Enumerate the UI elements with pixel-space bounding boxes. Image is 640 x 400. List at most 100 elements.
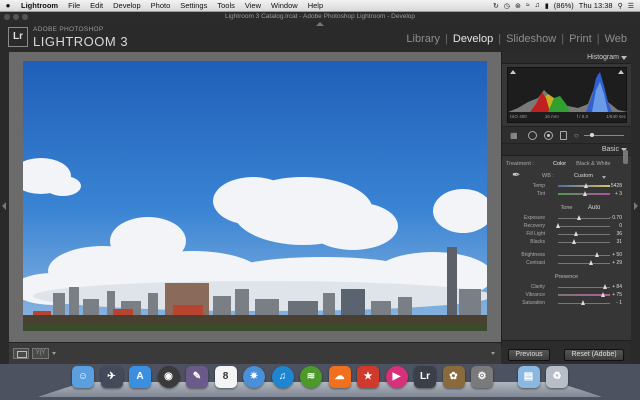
basic-header[interactable]: Basic [502, 144, 631, 156]
slider-track[interactable] [558, 234, 610, 235]
close-window-button[interactable] [4, 14, 10, 20]
slider-exposure[interactable]: Exposure - 0.70 [506, 214, 627, 222]
slider-value[interactable]: 36 [616, 231, 622, 237]
trash-icon[interactable]: ♻ [546, 366, 568, 388]
slider-track[interactable] [558, 287, 610, 288]
slider-thumb[interactable] [582, 191, 587, 196]
menu-view[interactable]: View [240, 1, 266, 10]
slider-value[interactable]: + 3 [615, 191, 622, 197]
slider-tint[interactable]: Tint + 3 [506, 190, 627, 198]
module-slideshow[interactable]: Slideshow [501, 33, 561, 45]
graduated-filter-icon[interactable] [560, 131, 567, 140]
sync-icon[interactable]: ↻ [493, 2, 499, 10]
apple-menu-icon[interactable]: ● [0, 1, 16, 10]
slider-track[interactable] [558, 255, 610, 256]
slider-track[interactable] [558, 218, 610, 219]
toolbar-menu-icon[interactable] [491, 352, 495, 355]
adjustment-brush-icon[interactable]: ○ [574, 131, 579, 140]
photo-preview[interactable] [23, 61, 487, 331]
module-print[interactable]: Print [564, 33, 597, 45]
slider-brightness[interactable]: Brightness + 50 [506, 251, 627, 259]
menu-tools[interactable]: Tools [212, 1, 240, 10]
wifi-icon[interactable]: ≈ [526, 2, 530, 9]
slider-value[interactable]: + 84 [612, 284, 622, 290]
itunes-icon[interactable]: ♫ [271, 366, 294, 388]
slider-thumb[interactable] [603, 284, 608, 289]
slider-thumb[interactable] [594, 252, 599, 257]
module-library[interactable]: Library [401, 33, 445, 45]
wb-preset-select[interactable]: Custom [574, 173, 593, 179]
slider-track[interactable] [558, 263, 610, 264]
app-red-icon[interactable]: ★ [357, 366, 379, 388]
slider-track[interactable] [558, 242, 610, 243]
soundcloud-icon[interactable]: ☁ [328, 366, 351, 388]
slider-thumb[interactable] [584, 183, 589, 188]
slider-value[interactable]: 0 [619, 223, 622, 229]
reset-button[interactable]: Reset (Adobe) [564, 349, 624, 361]
histogram-collapse-icon[interactable] [621, 56, 627, 60]
notification-icon[interactable]: ☰ [628, 2, 634, 10]
white-balance-eyedropper-icon[interactable]: ✒ [512, 170, 520, 181]
menu-photo[interactable]: Photo [146, 1, 176, 10]
slider-saturation[interactable]: Saturation - 1 [506, 299, 627, 307]
zoom-window-button[interactable] [22, 14, 28, 20]
menu-file[interactable]: File [63, 1, 85, 10]
loupe-view-button[interactable] [13, 348, 29, 359]
slider-temp[interactable]: Temp 5428 [506, 182, 627, 190]
slider-clarity[interactable]: Clarity + 84 [506, 283, 627, 291]
slider-thumb[interactable] [577, 215, 582, 220]
slider-value[interactable]: + 50 [612, 252, 622, 258]
auto-tone-button[interactable]: Auto [588, 203, 600, 214]
downloads-folder-icon[interactable]: ▤ [517, 366, 540, 388]
slider-thumb[interactable] [571, 239, 576, 244]
left-panel-toggle-icon[interactable] [2, 202, 6, 210]
spot-removal-icon[interactable] [528, 131, 537, 140]
slider-value[interactable]: - 0.70 [609, 215, 622, 221]
before-after-dropdown-icon[interactable] [52, 352, 56, 355]
before-after-button[interactable]: Y|Y [32, 348, 49, 359]
bluetooth-icon[interactable]: ⊛ [515, 2, 521, 10]
slider-value[interactable]: - 1 [616, 300, 622, 306]
slider-value[interactable]: + 29 [612, 260, 622, 266]
slider-value[interactable]: + 75 [612, 292, 622, 298]
module-develop[interactable]: Develop [448, 33, 498, 45]
slider-vibrance[interactable]: Vibrance + 75 [506, 291, 627, 299]
finder-icon[interactable]: ☺ [72, 366, 94, 388]
slider-recovery[interactable]: Recovery 0 [506, 222, 627, 230]
crop-tool-icon[interactable]: ▦ [510, 131, 518, 140]
right-panel-toggle-icon[interactable] [634, 202, 638, 210]
wb-dropdown-icon[interactable] [602, 176, 606, 179]
top-panel-toggle-icon[interactable] [316, 22, 324, 26]
launchpad-icon[interactable]: ✈ [100, 366, 123, 388]
app-store-icon[interactable]: A [129, 366, 151, 388]
previous-button[interactable]: Previous [508, 349, 550, 361]
time-machine-icon[interactable]: ◷ [504, 2, 510, 10]
spotify-icon[interactable]: ≋ [300, 366, 322, 388]
slider-contrast[interactable]: Contrast + 29 [506, 259, 627, 267]
treatment-color-button[interactable]: Color [548, 161, 571, 167]
menu-help[interactable]: Help [303, 1, 328, 10]
right-panel-scrollbar[interactable] [623, 150, 628, 164]
facetime-icon[interactable]: ◉ [157, 366, 180, 388]
calendar-icon[interactable]: 8 [214, 366, 237, 388]
system-preferences-icon[interactable]: ⚙ [471, 366, 493, 388]
spotlight-icon[interactable]: ⚲ [618, 2, 623, 10]
histogram-graph[interactable]: ISO 400 16 mm f / 8.0 1/640 sec [507, 67, 628, 123]
photo-booth-icon[interactable]: ✎ [186, 366, 208, 388]
red-eye-icon[interactable] [544, 131, 553, 140]
slider-fill-light[interactable]: Fill Light 36 [506, 230, 627, 238]
tool-slider[interactable] [584, 133, 624, 137]
menu-window[interactable]: Window [266, 1, 303, 10]
slider-thumb[interactable] [574, 231, 579, 236]
treatment-bw-button[interactable]: Black & White [571, 161, 615, 167]
highlight-clipping-icon[interactable] [618, 70, 624, 74]
lightroom-icon[interactable]: Lr [414, 366, 436, 388]
menu-app-lightroom[interactable]: Lightroom [16, 1, 63, 10]
volume-icon[interactable]: ♫ [535, 2, 540, 9]
module-web[interactable]: Web [600, 33, 632, 45]
histogram-header[interactable]: Histogram [502, 52, 631, 64]
shadow-clipping-icon[interactable] [510, 70, 516, 74]
slider-value[interactable]: 5428 [611, 183, 622, 189]
slider-thumb[interactable] [580, 300, 585, 305]
menu-edit[interactable]: Edit [85, 1, 108, 10]
